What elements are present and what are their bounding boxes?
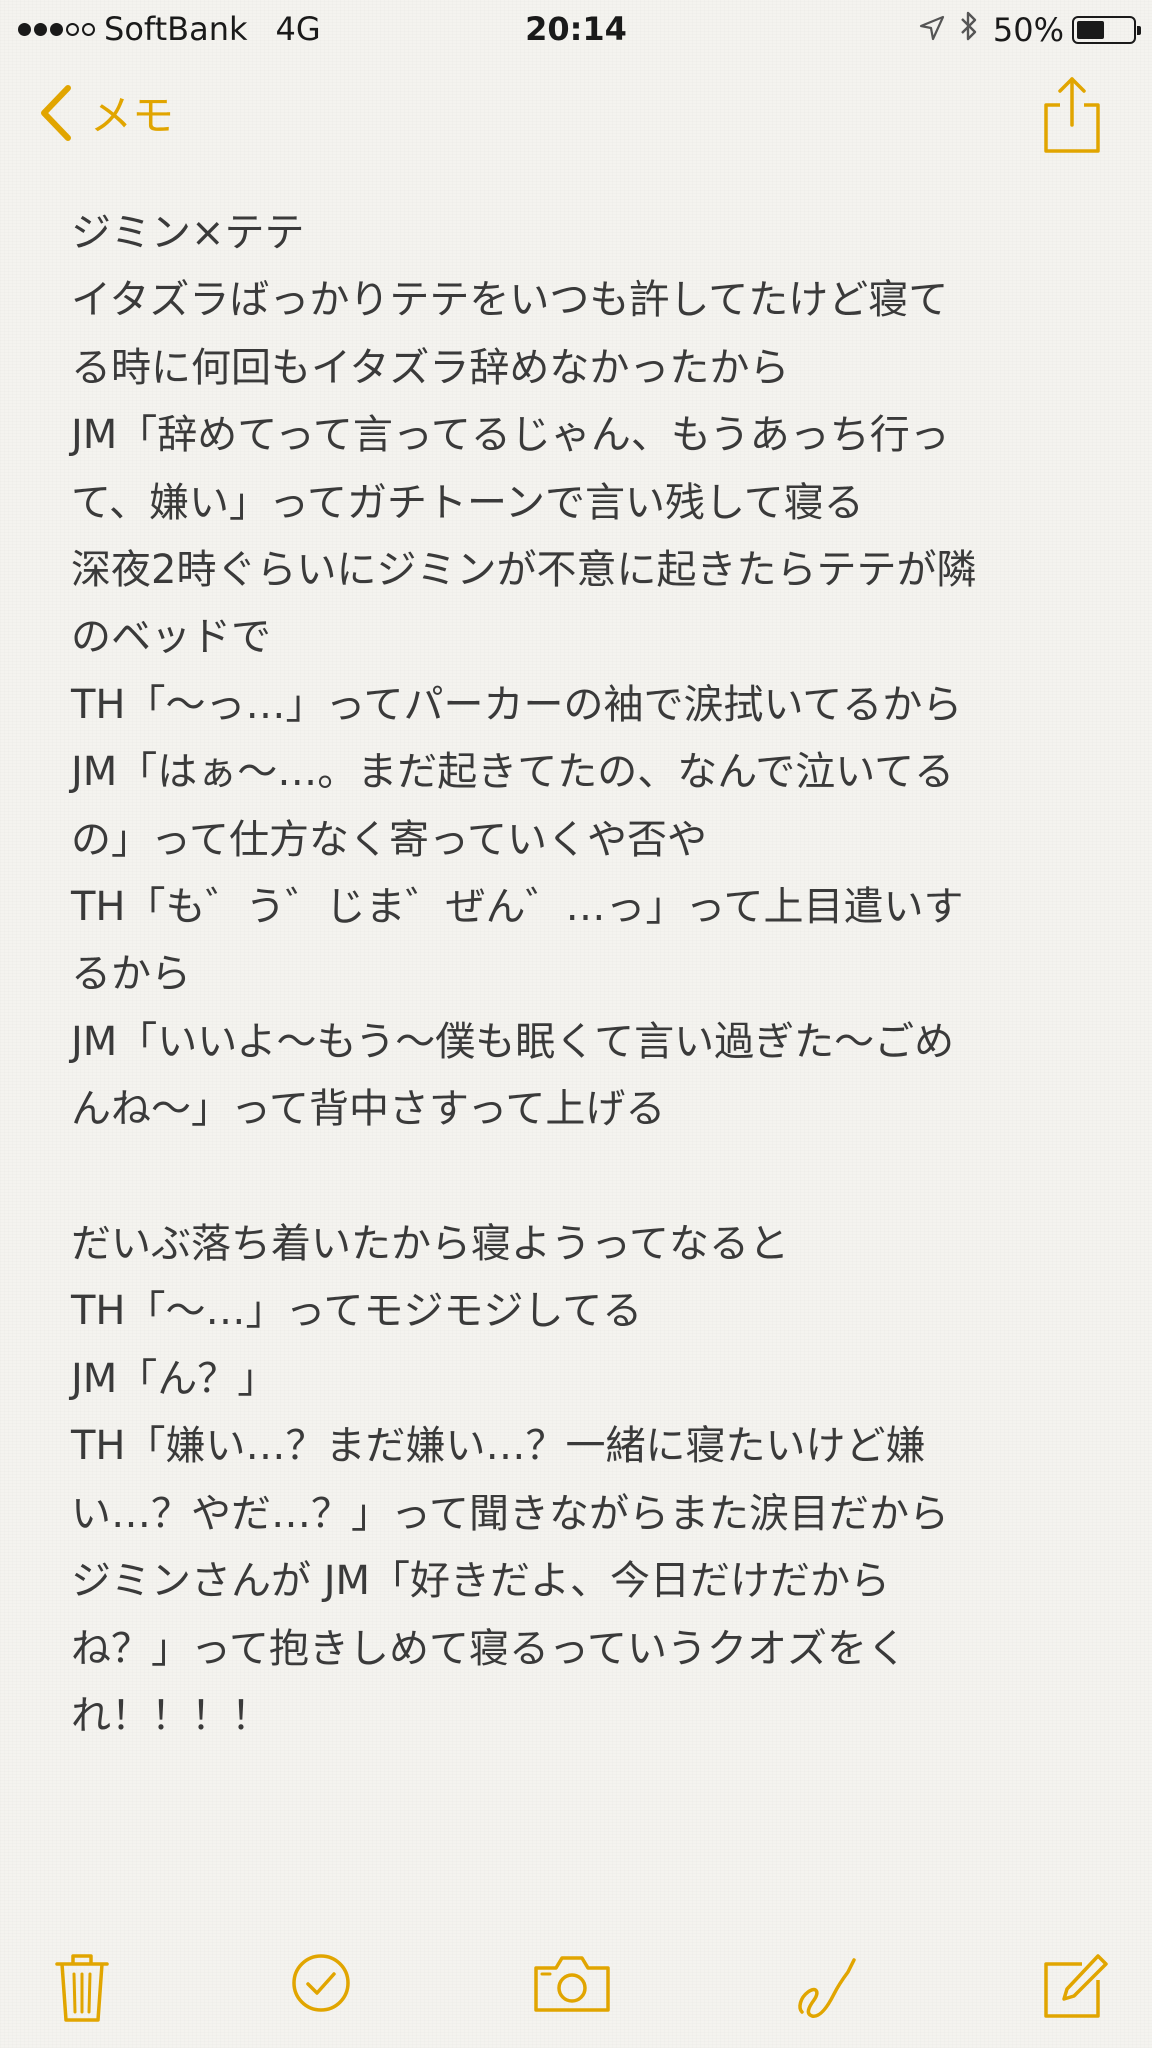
sketch-icon <box>798 1958 856 2018</box>
note-line: TH「嫌い…？まだ嫌い…？一緒に寝たいけど嫌 <box>71 1423 926 1470</box>
bluetooth-icon <box>959 10 979 50</box>
note-line: 深夜2時ぐらいにジミンが不意に起きたらテテが隣 <box>71 547 977 594</box>
camera-button[interactable] <box>532 1952 612 2018</box>
note-line: JM「辞めてって言ってるじゃん、もうあっち行っ <box>71 412 950 459</box>
battery-level-fill <box>1077 21 1104 39</box>
chevron-left-icon <box>41 84 71 141</box>
note-line: んね〜」って背中さすって上げる <box>71 1086 666 1133</box>
note-line: TH「も゛う゛じま゛ぜん゛…っ」って上目遣いす <box>71 884 964 931</box>
note-line: ジミン×テテ <box>71 210 305 256</box>
checklist-button[interactable] <box>290 1952 352 2018</box>
navigation-bar: メモ <box>0 70 1152 160</box>
compose-icon <box>1044 1954 1108 2018</box>
note-line: て、嫌い」ってガチトーンで言い残して寝る <box>71 479 864 526</box>
note-line: る時に何回もイタズラ辞めなかったから <box>71 344 790 391</box>
note-line: TH「〜…」ってモジモジしてる <box>71 1288 643 1335</box>
compose-button[interactable] <box>1040 1952 1110 2026</box>
note-line: イタズラばっかりテテをいつも許してたけど寝て <box>71 277 949 324</box>
note-line: JM「いいよ〜もう〜僕も眠くて言い過ぎた〜ごめ <box>71 1018 955 1065</box>
share-button[interactable] <box>1042 75 1102 159</box>
delete-button[interactable] <box>54 1952 110 2028</box>
note-line: れ！！！！ <box>71 1692 271 1739</box>
note-line: るから <box>71 951 191 998</box>
note-line <box>71 1144 1081 1211</box>
battery-icon <box>1072 16 1141 44</box>
note-line: ね？」って抱きしめて寝るっていうクオズをく <box>71 1625 907 1672</box>
note-line: の」って仕方なく寄っていくや否や <box>71 816 707 863</box>
note-line: TH「〜っ…」ってパーカーの袖で涙拭いてるから <box>71 681 963 728</box>
location-arrow-icon <box>919 11 945 49</box>
note-line: ジミンさんが JM「好きだよ、今日だけだから <box>71 1558 891 1605</box>
share-icon <box>1044 77 1100 153</box>
bottom-toolbar <box>0 1940 1152 2030</box>
camera-icon <box>534 1956 610 2012</box>
trash-icon <box>55 1954 109 2022</box>
status-right: 50% <box>919 10 1141 50</box>
note-line: JM「はぁ〜…。まだ起きてたの、なんで泣いてる <box>71 749 955 796</box>
back-button-label: メモ <box>90 91 175 140</box>
note-body[interactable]: ジミン×テテイタズラばっかりテテをいつも許してたけど寝て る時に何回もイタズラ辞め… <box>71 200 1081 1750</box>
status-bar: SoftBank 4G 20:14 50% <box>0 0 1152 58</box>
note-line: のベッドで <box>71 614 271 661</box>
note-line: JM「ん？」 <box>71 1355 278 1402</box>
sketch-button[interactable] <box>794 1952 858 2026</box>
note-line: い…？やだ…？」って聞きながらまた涙目だから <box>71 1490 949 1537</box>
battery-percent: 50% <box>992 11 1064 49</box>
checklist-icon <box>292 1954 350 2012</box>
note-line: だいぶ落ち着いたから寝ようってなると <box>71 1221 789 1268</box>
back-button[interactable]: メモ <box>38 82 174 143</box>
